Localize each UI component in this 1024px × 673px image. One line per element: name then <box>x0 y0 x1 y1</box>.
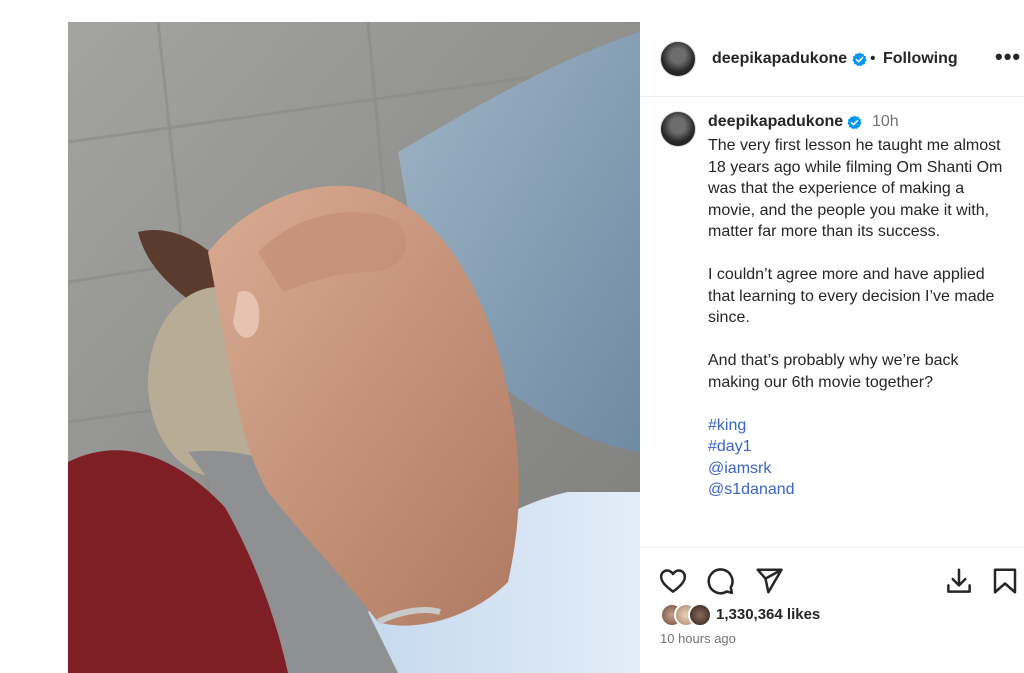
caption-timestamp[interactable]: 10h <box>872 113 899 131</box>
send-icon[interactable] <box>754 566 784 596</box>
post-header: deepikapadukone • Following ••• <box>640 22 1024 97</box>
post-image-illustration <box>68 22 640 673</box>
post-actions <box>640 562 1024 602</box>
caption-paragraph: The very first lesson he taught me almos… <box>708 137 1003 240</box>
caption-paragraph: And that’s probably why we’re back makin… <box>708 352 959 391</box>
mention-link[interactable]: @s1danand <box>708 479 1008 501</box>
liker-avatar <box>688 603 712 627</box>
actions-divider <box>640 547 1024 548</box>
more-options-icon[interactable]: ••• <box>995 44 1021 70</box>
author-username[interactable]: deepikapadukone <box>712 50 847 68</box>
hashtag-link[interactable]: #day1 <box>708 436 1008 458</box>
heart-icon[interactable] <box>658 566 688 596</box>
post-image[interactable] <box>68 22 640 673</box>
post-caption: deepikapadukone 10h The very first lesso… <box>640 97 1024 547</box>
verified-badge-icon <box>847 115 862 130</box>
bookmark-icon[interactable] <box>990 566 1020 596</box>
following-button[interactable]: Following <box>883 50 958 68</box>
post-timestamp[interactable]: 10 hours ago <box>660 631 736 646</box>
header-separator: • <box>870 50 876 67</box>
mention-link[interactable]: @iamsrk <box>708 458 1008 480</box>
hashtag-link[interactable]: #king <box>708 415 1008 437</box>
author-avatar[interactable] <box>660 41 696 77</box>
download-icon[interactable] <box>944 566 974 596</box>
post-side-panel: deepikapadukone • Following ••• deepikap… <box>640 22 1024 673</box>
verified-badge-icon <box>852 52 867 67</box>
caption-text: The very first lesson he taught me almos… <box>708 135 1008 501</box>
caption-tags: #king #day1 @iamsrk @s1danand <box>708 415 1008 501</box>
caption-author-avatar[interactable] <box>660 111 696 147</box>
comment-icon[interactable] <box>705 566 735 596</box>
likes-count[interactable]: 1,330,364 likes <box>716 606 820 623</box>
caption-paragraph: I couldn’t agree more and have applied t… <box>708 266 995 326</box>
caption-author-username[interactable]: deepikapadukone <box>708 113 843 131</box>
